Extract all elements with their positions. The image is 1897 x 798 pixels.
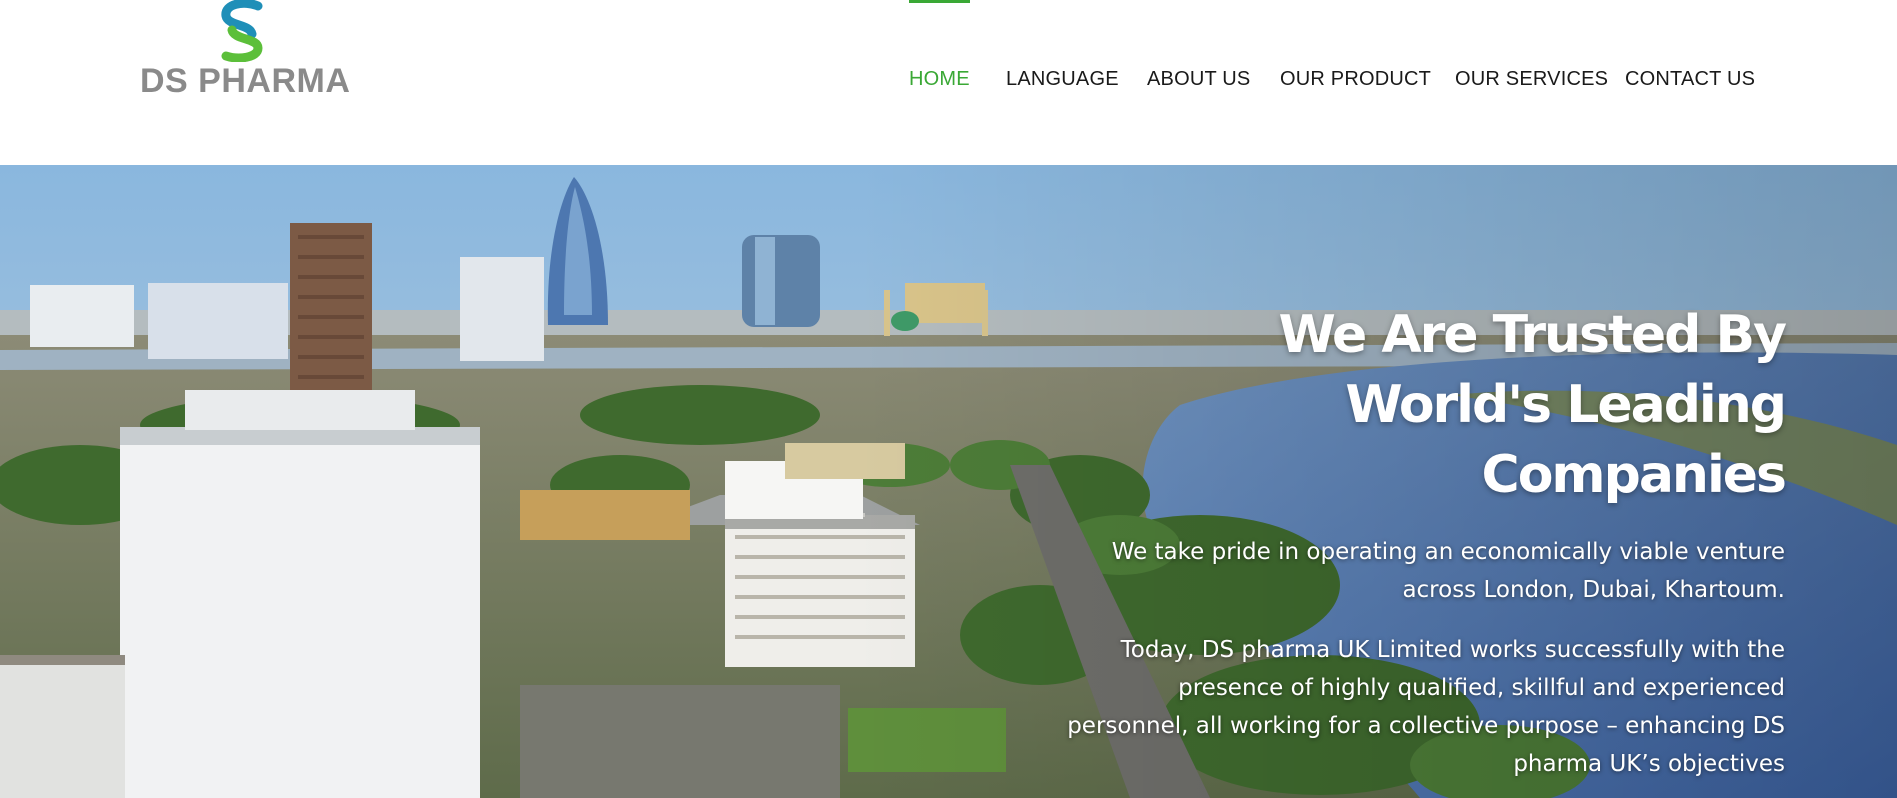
nav-language[interactable]: LANGUAGE bbox=[1006, 68, 1119, 91]
nav-about-us[interactable]: ABOUT US bbox=[1147, 68, 1250, 91]
site-header: DS PHARMA HOME LANGUAGE ABOUT US OUR PRO… bbox=[0, 0, 1897, 165]
nav-home[interactable]: HOME bbox=[909, 0, 970, 91]
hero-paragraph-1: We take pride in operating an economical… bbox=[1111, 539, 1785, 603]
hero-heading: We Are Trusted By World's Leading Compan… bbox=[1085, 300, 1788, 510]
hero-heading-line2: World's Leading bbox=[1345, 375, 1787, 435]
nav-our-product[interactable]: OUR PRODUCT bbox=[1280, 68, 1431, 91]
hero-heading-line1: We Are Trusted By bbox=[1278, 305, 1788, 365]
hero-paragraph-2: Today, DS pharma UK Limited works succes… bbox=[1067, 637, 1785, 777]
hero-banner: We Are Trusted By World's Leading Compan… bbox=[0, 165, 1897, 798]
nav-our-services[interactable]: OUR SERVICES bbox=[1455, 68, 1608, 91]
main-nav: HOME LANGUAGE ABOUT US OUR PRODUCT OUR S… bbox=[0, 0, 1897, 165]
nav-contact-us[interactable]: CONTACT US bbox=[1625, 68, 1755, 91]
hero-heading-line3: Companies bbox=[1481, 445, 1787, 505]
